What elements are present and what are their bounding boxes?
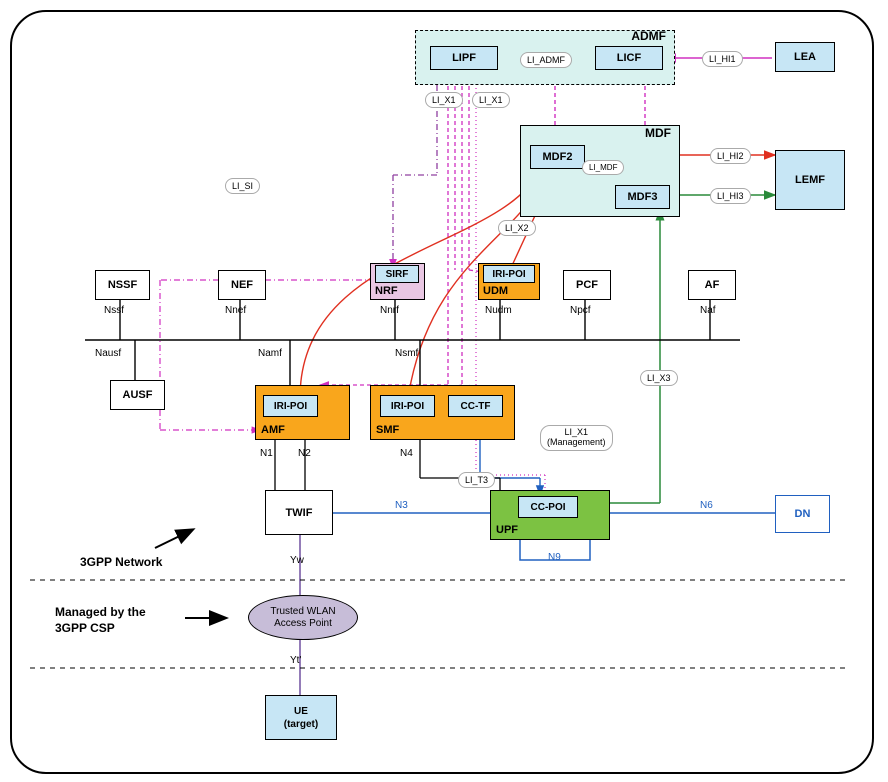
naf-sbi: Naf — [700, 305, 716, 316]
li-x1-mgmt-pill: LI_X1 (Management) — [540, 425, 613, 451]
nssf-sbi: Nssf — [104, 305, 124, 316]
li-si-pill: LI_SI — [225, 178, 260, 194]
mdf3-box: MDF3 — [615, 185, 670, 209]
mdf-title: MDF — [645, 126, 671, 140]
diagram-canvas: ADMF LIPF LICF LI_ADMF LEA LI_HI1 MDF MD… — [0, 0, 888, 782]
ue-box: UE (target) — [265, 695, 337, 740]
li-admf-pill: LI_ADMF — [520, 52, 572, 68]
smf-iri-poi-box: IRI-POI — [380, 395, 435, 417]
smf-label: SMF — [376, 424, 399, 436]
lemf-box: LEMF — [775, 150, 845, 210]
n1-label: N1 — [260, 448, 273, 459]
lipf-box: LIPF — [430, 46, 498, 70]
li-hi3-pill: LI_HI3 — [710, 188, 751, 204]
li-x1-pill-right: LI_X1 — [472, 92, 510, 108]
n4-label: N4 — [400, 448, 413, 459]
admf-title: ADMF — [631, 29, 666, 43]
af-box: AF — [688, 270, 736, 300]
udm-label: UDM — [483, 285, 508, 297]
li-x2-pill: LI_X2 — [498, 220, 536, 236]
lea-box: LEA — [775, 42, 835, 72]
nrf-label: NRF — [375, 285, 398, 297]
udm-iri-poi-box: IRI-POI — [483, 265, 535, 283]
twif-box: TWIF — [265, 490, 333, 535]
n3-label: N3 — [395, 500, 408, 511]
mdf2-box: MDF2 — [530, 145, 585, 169]
network-annotation: 3GPP Network — [80, 555, 162, 569]
n2-label: N2 — [298, 448, 311, 459]
cc-poi-box: CC-POI — [518, 496, 578, 518]
nnef-sbi: Nnef — [225, 305, 246, 316]
nef-box: NEF — [218, 270, 266, 300]
nausf-sbi: Nausf — [95, 348, 121, 359]
yt-label: Yt' — [290, 655, 301, 666]
npcf-sbi: Npcf — [570, 305, 591, 316]
li-hi1-pill: LI_HI1 — [702, 51, 743, 67]
licf-box: LICF — [595, 46, 663, 70]
nssf-box: NSSF — [95, 270, 150, 300]
amf-iri-poi-box: IRI-POI — [263, 395, 318, 417]
sirf-box: SIRF — [375, 265, 419, 283]
namf-sbi: Namf — [258, 348, 282, 359]
amf-label: AMF — [261, 424, 285, 436]
n9-label: N9 — [548, 552, 561, 563]
managed-annotation: Managed by the 3GPP CSP — [55, 605, 146, 636]
n6-label: N6 — [700, 500, 713, 511]
twap-ellipse: Trusted WLAN Access Point — [248, 595, 358, 640]
li-x1-pill-left: LI_X1 — [425, 92, 463, 108]
dn-box: DN — [775, 495, 830, 533]
upf-label: UPF — [496, 524, 518, 536]
nnrf-sbi: Nnrf — [380, 305, 399, 316]
nsmf-sbi: Nsmf — [395, 348, 418, 359]
li-x3-pill: LI_X3 — [640, 370, 678, 386]
ausf-box: AUSF — [110, 380, 165, 410]
smf-cc-tf-box: CC-TF — [448, 395, 503, 417]
yw-label: Yw — [290, 555, 304, 566]
nudm-sbi: Nudm — [485, 305, 512, 316]
li-mdf-pill: LI_MDF — [582, 160, 624, 175]
li-hi2-pill: LI_HI2 — [710, 148, 751, 164]
pcf-box: PCF — [563, 270, 611, 300]
li-t3-pill: LI_T3 — [458, 472, 495, 488]
